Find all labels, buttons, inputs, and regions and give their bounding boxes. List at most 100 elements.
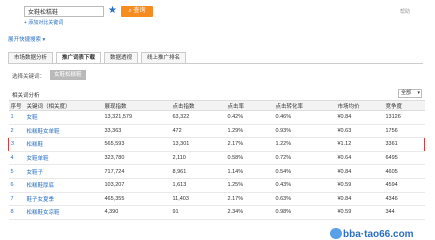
table-row[interactable]: 1 女鞋 13,321,579 63,322 0.42% 0.46% ¥0.84… [8, 110, 425, 125]
table-row[interactable]: 4 女鞋单鞋 323,780 2,110 0.58% 0.72% ¥0.64 6… [8, 151, 425, 166]
row-competition: 6495 [383, 151, 425, 166]
column-header[interactable]: 关键词（相关度） [24, 100, 103, 111]
row-index: 4 [8, 151, 25, 166]
row-avg-price: ¥0.63 [335, 124, 384, 139]
row-avg-price: ¥0.59 [335, 178, 384, 193]
row-keyword[interactable]: 鞋子女夏季 [24, 192, 103, 207]
row-competition: 1756 [383, 124, 425, 139]
table-row[interactable]: 2 松糕鞋女单鞋 33,363 472 1.29% 0.93% ¥0.63 17… [8, 124, 425, 139]
row-conversion: 0.46% [273, 110, 336, 125]
row-avg-price: ¥0.64 [335, 151, 384, 166]
row-impressions: 4,390 [102, 205, 171, 220]
tab-divider [8, 63, 423, 64]
row-clicks: 13,301 [170, 137, 226, 152]
search-icon: ⌕ [128, 8, 132, 14]
row-index: 1 [8, 110, 25, 125]
column-header[interactable]: 序号 [8, 100, 25, 111]
keyword-select-label: 选择关键词： [12, 74, 46, 80]
table-row-highlighted[interactable]: 3 松糕鞋 565,593 13,301 2.17% 1.22% ¥1.12 3… [8, 137, 425, 152]
row-avg-price: ¥0.84 [335, 110, 384, 125]
row-competition: 4346 [383, 192, 425, 207]
row-keyword[interactable]: 松糕鞋 [24, 137, 103, 152]
row-avg-price: ¥0.59 [335, 205, 384, 220]
filter-select-value: 全部 [401, 90, 412, 96]
expand-quick-search-label: 展开快捷搜索 [8, 37, 42, 43]
row-competition: 4605 [383, 164, 425, 179]
row-impressions: 717,724 [102, 164, 171, 179]
row-avg-price: ¥1.12 [335, 137, 384, 152]
row-impressions: 565,593 [102, 137, 171, 152]
row-index: 5 [8, 164, 25, 179]
row-impressions: 13,321,579 [102, 110, 171, 125]
search-input[interactable] [24, 6, 104, 17]
row-conversion: 0.43% [273, 178, 336, 193]
row-conversion: 0.72% [273, 151, 336, 166]
row-ctr: 1.29% [225, 124, 274, 139]
add-compare-keyword-link[interactable]: + 添加对比关键词 [24, 19, 63, 26]
row-impressions: 465,355 [102, 192, 171, 207]
row-impressions: 103,207 [102, 178, 171, 193]
row-conversion: 1.22% [273, 137, 336, 152]
row-conversion: 0.98% [273, 205, 336, 220]
watermark: bba·tao66.com [343, 229, 414, 240]
search-button-label: 查询 [133, 8, 146, 14]
watermark-logo-icon [330, 228, 342, 239]
row-index: 7 [8, 192, 25, 207]
section-title: 相关词分析 [12, 93, 40, 99]
row-avg-price: ¥0.84 [335, 192, 384, 207]
row-ctr: 0.58% [225, 151, 274, 166]
table-row[interactable]: 5 女鞋子 717,724 8,961 1.14% 0.54% ¥0.84 46… [8, 164, 425, 179]
favorite-star-icon[interactable]: ★ [108, 5, 117, 16]
column-header[interactable]: 点击率 [225, 100, 274, 111]
row-competition: 13126 [383, 110, 425, 125]
row-ctr: 2.17% [225, 137, 274, 152]
row-keyword[interactable]: 女鞋子 [24, 164, 103, 179]
row-keyword[interactable]: 松糕鞋女单鞋 [24, 124, 103, 139]
row-ctr: 0.42% [225, 110, 274, 125]
column-header[interactable]: 点击转化率 [273, 100, 336, 111]
row-ctr: 2.34% [225, 205, 274, 220]
row-keyword[interactable]: 松糕鞋厚底 [24, 178, 103, 193]
row-conversion: 0.93% [273, 124, 336, 139]
row-competition: 4594 [383, 178, 425, 193]
row-impressions: 33,363 [102, 124, 171, 139]
row-ctr: 2.17% [225, 192, 274, 207]
row-keyword[interactable]: 松糕鞋女凉鞋 [24, 205, 103, 220]
table-row[interactable]: 8 松糕鞋女凉鞋 4,390 91 2.34% 0.98% ¥0.59 344 [8, 205, 425, 220]
chevron-down-icon: ▾ [42, 37, 46, 43]
search-button[interactable]: ⌕ 查询 [121, 6, 153, 17]
row-clicks: 63,322 [170, 110, 226, 125]
row-clicks: 2,110 [170, 151, 226, 166]
column-header[interactable]: 点击指数 [170, 100, 226, 111]
column-header[interactable]: 市场均价 [335, 100, 384, 111]
expand-quick-search-link[interactable]: 展开快捷搜索 ▾ [8, 35, 45, 43]
table-row[interactable]: 7 鞋子女夏季 465,355 11,403 2.17% 0.63% ¥0.84… [8, 192, 425, 207]
keyword-chip[interactable]: 女鞋松糕鞋 [50, 70, 86, 80]
keyword-table: 序号 关键词（相关度） 展现指数 点击指数 点击率 点击转化率 市场均价 竞争度… [8, 100, 425, 220]
row-index: 6 [8, 178, 25, 193]
row-competition: 344 [383, 205, 425, 220]
row-keyword[interactable]: 女鞋 [24, 110, 103, 125]
row-index: 3 [8, 137, 25, 152]
table-header-row: 序号 关键词（相关度） 展现指数 点击指数 点击率 点击转化率 市场均价 竞争度 [8, 100, 425, 111]
help-link[interactable]: 帮助 [400, 8, 410, 15]
row-conversion: 0.54% [273, 164, 336, 179]
chevron-down-icon: ▾ [417, 90, 420, 96]
row-clicks: 8,961 [170, 164, 226, 179]
row-conversion: 0.63% [273, 192, 336, 207]
row-clicks: 91 [170, 205, 226, 220]
row-clicks: 11,403 [170, 192, 226, 207]
row-index: 2 [8, 124, 25, 139]
filter-select[interactable]: 全部 ▾ [398, 89, 422, 98]
row-ctr: 1.25% [225, 178, 274, 193]
row-impressions: 323,780 [102, 151, 171, 166]
table-row[interactable]: 6 松糕鞋厚底 103,207 1,613 1.25% 0.43% ¥0.59 … [8, 178, 425, 193]
row-clicks: 1,613 [170, 178, 226, 193]
column-header[interactable]: 展现指数 [102, 100, 171, 111]
row-competition: 3361 [383, 137, 425, 152]
row-keyword[interactable]: 女鞋单鞋 [24, 151, 103, 166]
row-avg-price: ¥0.84 [335, 164, 384, 179]
row-index: 8 [8, 205, 25, 220]
column-header[interactable]: 竞争度 [383, 100, 425, 111]
row-clicks: 472 [170, 124, 226, 139]
